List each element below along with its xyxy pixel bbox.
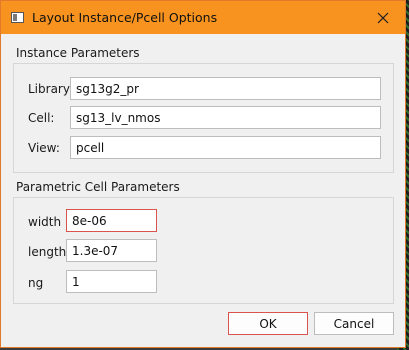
close-button[interactable]	[363, 1, 403, 34]
cancel-button[interactable]: Cancel	[314, 312, 394, 335]
length-field[interactable]	[66, 239, 157, 262]
view-label: View:	[28, 141, 60, 155]
window-icon	[11, 12, 24, 23]
window-title: Layout Instance/Pcell Options	[32, 10, 218, 25]
instance-parameters-heading: Instance Parameters	[16, 46, 140, 60]
ng-label: ng	[28, 276, 44, 290]
cell-label: Cell:	[28, 111, 55, 125]
view-field[interactable]	[70, 136, 381, 159]
title-bar[interactable]: Layout Instance/Pcell Options	[1, 1, 405, 34]
length-label: length	[28, 245, 67, 259]
cell-field[interactable]	[70, 106, 381, 129]
layout-instance-dialog: Layout Instance/Pcell Options Instance P…	[0, 0, 406, 348]
ng-field[interactable]	[66, 270, 157, 293]
pcell-parameters-heading: Parametric Cell Parameters	[16, 180, 180, 194]
width-label: width	[28, 215, 62, 229]
ok-button[interactable]: OK	[228, 312, 308, 335]
close-icon	[377, 12, 389, 23]
library-field[interactable]	[70, 77, 381, 100]
width-field[interactable]	[66, 209, 157, 232]
library-label: Library:	[28, 82, 74, 96]
